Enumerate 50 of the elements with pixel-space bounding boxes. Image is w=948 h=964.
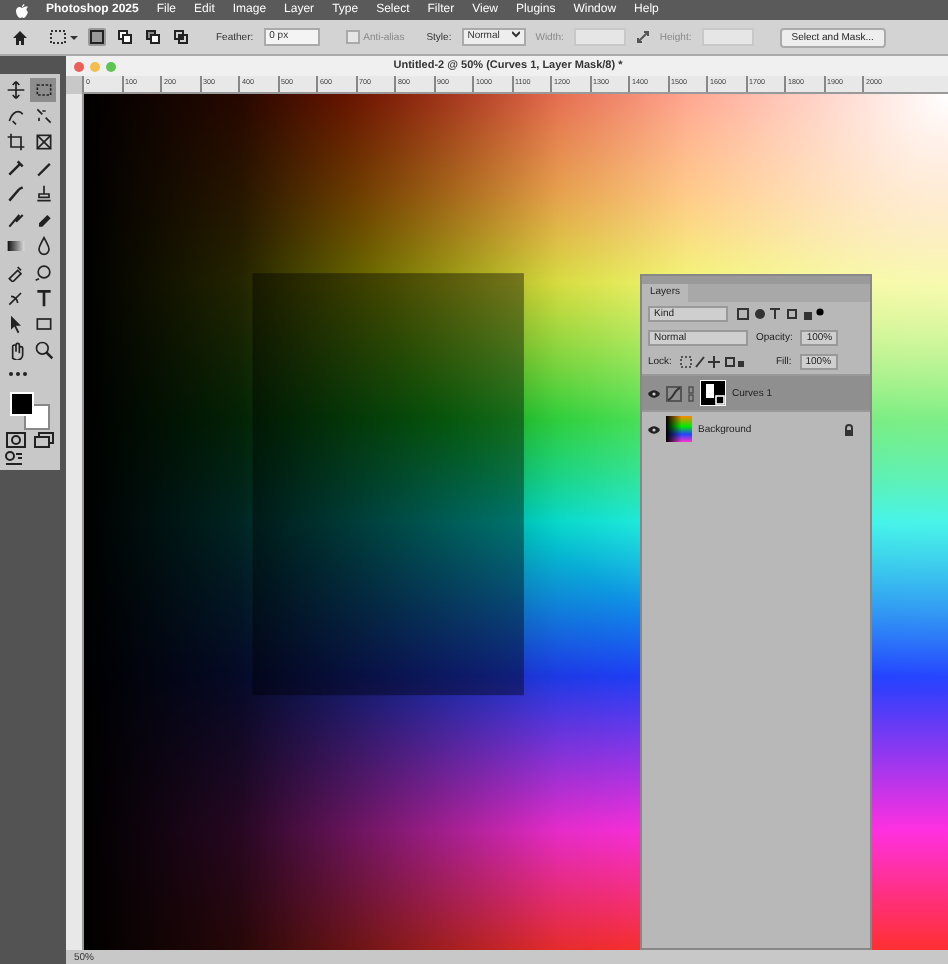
- zoom-icon: [33, 340, 53, 360]
- tool-button[interactable]: [30, 338, 56, 362]
- width-field[interactable]: [573, 28, 626, 46]
- dodge-icon: [33, 262, 53, 282]
- lock-options-icons-drawing[interactable]: [679, 356, 744, 368]
- close-button[interactable]: [74, 61, 84, 71]
- pen-icon: [5, 262, 25, 282]
- lasso-icon: [5, 106, 25, 126]
- apple-logo-icon[interactable]: [16, 3, 28, 17]
- color-swatches[interactable]: [5, 386, 53, 430]
- type-icon: [33, 288, 53, 308]
- marquee-icon: [33, 80, 53, 100]
- brush-icon: [5, 184, 25, 204]
- visibility-eye-icon[interactable]: [648, 425, 660, 433]
- eraser-icon: [33, 210, 53, 230]
- screen-mode-icon[interactable]: [33, 432, 53, 448]
- move-icon: [5, 80, 25, 100]
- path-icon: [5, 288, 25, 308]
- stamp-icon: [33, 184, 53, 204]
- height-field[interactable]: [701, 28, 754, 46]
- drop-icon: [33, 236, 53, 256]
- selection-mode-button[interactable]: [144, 28, 162, 46]
- visibility-eye-icon[interactable]: [648, 389, 660, 397]
- edit-toolbar-icon[interactable]: [4, 450, 24, 466]
- cursor-icon: [5, 314, 25, 334]
- eyedropper-icon: [5, 158, 25, 178]
- selection-mode-button[interactable]: [88, 28, 106, 46]
- selection-mode-button[interactable]: [116, 28, 134, 46]
- filter-icons-drawing[interactable]: [736, 308, 824, 320]
- more-tools-icon[interactable]: [8, 370, 28, 378]
- magic-wand-icon: [33, 106, 53, 126]
- caret-icon: [511, 30, 520, 38]
- gradient-icon: [5, 236, 25, 256]
- frame-icon: [33, 132, 53, 152]
- home-icon[interactable]: [12, 29, 28, 45]
- tool-button[interactable]: [2, 130, 28, 154]
- marquee-icon[interactable]: [50, 29, 78, 45]
- tool-button[interactable]: [30, 260, 56, 284]
- swap-icon[interactable]: [635, 30, 650, 44]
- anti-alias-checkbox[interactable]: [345, 30, 360, 44]
- history-brush-icon: [5, 210, 25, 230]
- quick-mask-icon[interactable]: [5, 432, 25, 448]
- selection-mode-button[interactable]: [172, 28, 190, 46]
- rectangle-icon: [33, 314, 53, 334]
- pencil-icon: [33, 158, 53, 178]
- curves-adjustment-icon: [666, 385, 682, 401]
- chain-link-icon[interactable]: [688, 385, 694, 401]
- layer-mask-thumbnail: [700, 380, 726, 406]
- crop-icon: [5, 132, 25, 152]
- tool-button[interactable]: [2, 78, 28, 102]
